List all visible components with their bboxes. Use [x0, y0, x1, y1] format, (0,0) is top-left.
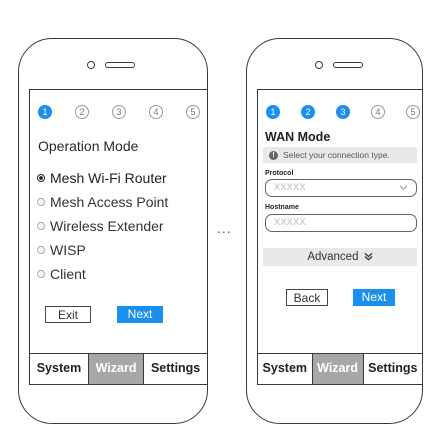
- option-label: Wireless Extender: [50, 218, 164, 234]
- step-2: 2: [75, 105, 89, 119]
- option-label: WISP: [50, 242, 86, 258]
- tab-bar: System Wizard Settings: [30, 353, 207, 384]
- advanced-toggle[interactable]: Advanced: [263, 248, 417, 266]
- hostname-value: XXXXX: [274, 217, 306, 228]
- hostname-input[interactable]: XXXXX: [265, 214, 417, 232]
- ellipsis-separator: ...: [217, 220, 232, 236]
- double-chevron-down-icon: [364, 252, 373, 261]
- tab-settings[interactable]: Settings: [362, 354, 422, 384]
- step-4: 4: [149, 105, 163, 119]
- step-3: 3: [336, 105, 350, 119]
- step-indicator: 1 2 3 4 5: [266, 105, 420, 121]
- tab-system[interactable]: System: [30, 354, 88, 384]
- hint-text: Select your connection type.: [283, 150, 390, 160]
- next-button[interactable]: Next: [117, 306, 163, 323]
- step-1: 1: [266, 105, 280, 119]
- protocol-select[interactable]: XXXXX: [265, 179, 417, 197]
- page-title: WAN Mode: [265, 130, 331, 144]
- chevron-down-icon: [399, 185, 408, 190]
- step-5: 5: [186, 105, 200, 119]
- option-mesh-wifi-router[interactable]: Mesh Wi-Fi Router: [37, 170, 167, 186]
- tab-system[interactable]: System: [258, 354, 312, 384]
- phone-frame-left: 1 2 3 4 5 Operation Mode Mesh Wi-Fi Rout…: [18, 38, 208, 424]
- option-label: Client: [50, 266, 86, 282]
- step-1: 1: [38, 105, 52, 119]
- option-mesh-access-point[interactable]: Mesh Access Point: [37, 194, 168, 210]
- step-2: 2: [301, 105, 315, 119]
- back-button[interactable]: Back: [286, 289, 328, 306]
- radio-icon: [37, 222, 45, 230]
- step-4: 4: [371, 105, 385, 119]
- step-5: 5: [406, 105, 420, 119]
- option-label: Mesh Wi-Fi Router: [50, 170, 167, 186]
- step-3: 3: [112, 105, 126, 119]
- step-indicator: 1 2 3 4 5: [38, 105, 200, 121]
- screen-operation-mode: 1 2 3 4 5 Operation Mode Mesh Wi-Fi Rout…: [29, 89, 208, 385]
- tab-settings[interactable]: Settings: [143, 354, 207, 384]
- exit-button[interactable]: Exit: [45, 306, 91, 323]
- tab-wizard[interactable]: Wizard: [87, 354, 144, 384]
- option-wisp[interactable]: WISP: [37, 242, 86, 258]
- tab-wizard[interactable]: Wizard: [311, 354, 363, 384]
- advanced-label: Advanced: [307, 251, 359, 263]
- phone-frame-right: 1 2 3 4 5 WAN Mode ! Select your connect…: [246, 38, 423, 424]
- phone-top-bezel: [19, 61, 207, 71]
- radio-checked-icon: [37, 174, 45, 182]
- radio-icon: [37, 270, 45, 278]
- tab-bar: System Wizard Settings: [258, 353, 422, 384]
- camera-icon: [87, 61, 95, 69]
- next-button[interactable]: Next: [353, 289, 395, 306]
- info-icon: !: [269, 150, 278, 160]
- option-wireless-extender[interactable]: Wireless Extender: [37, 218, 164, 234]
- page-title: Operation Mode: [38, 138, 139, 154]
- speaker-icon: [333, 62, 363, 68]
- camera-icon: [315, 61, 323, 69]
- speaker-icon: [105, 62, 135, 68]
- phone-top-bezel: [247, 61, 422, 71]
- radio-icon: [37, 246, 45, 254]
- option-label: Mesh Access Point: [50, 194, 169, 210]
- screen-wan-mode: 1 2 3 4 5 WAN Mode ! Select your connect…: [257, 89, 423, 385]
- hostname-label: Hostname: [265, 204, 299, 211]
- option-client[interactable]: Client: [37, 266, 86, 282]
- protocol-label: Protocol: [265, 170, 294, 177]
- radio-icon: [37, 198, 45, 206]
- protocol-value: XXXXX: [274, 182, 306, 193]
- hint-banner: ! Select your connection type.: [263, 147, 417, 163]
